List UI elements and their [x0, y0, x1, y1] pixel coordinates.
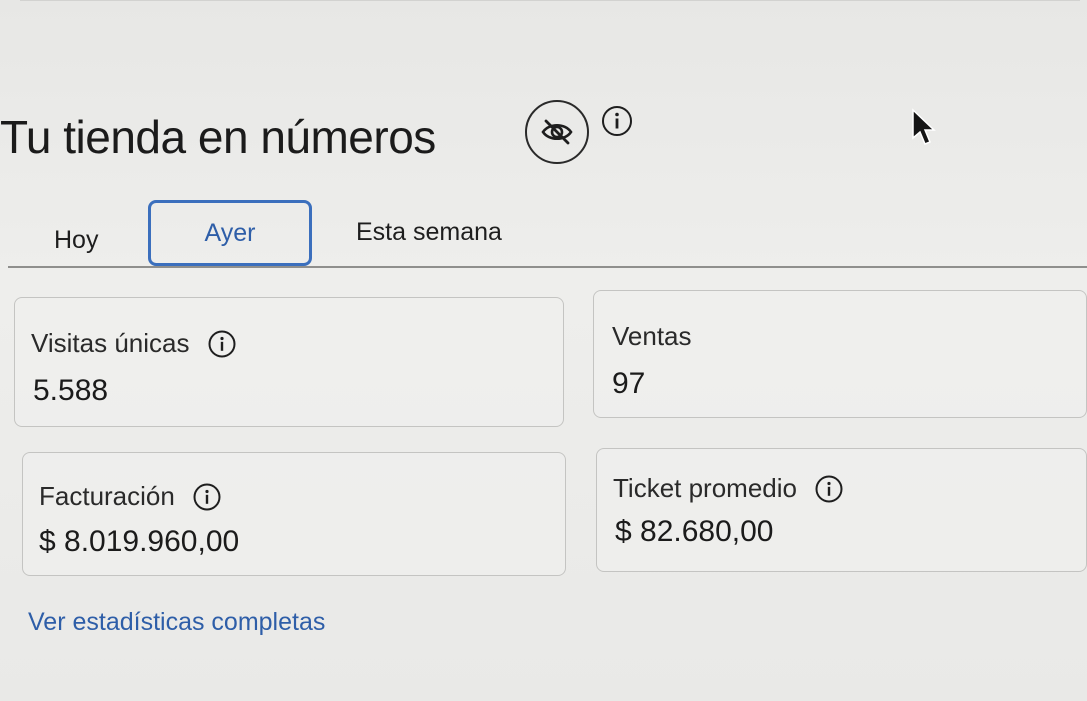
metric-label-row: Ticket promedio [613, 473, 843, 504]
tab-esta-semana[interactable]: Esta semana [356, 218, 502, 247]
info-icon[interactable] [601, 105, 633, 137]
metric-card-facturacion: Facturación $ 8.019.960,00 [22, 452, 566, 576]
metric-label: Ventas [612, 321, 692, 351]
info-icon[interactable] [815, 475, 843, 503]
metric-card-ticket-promedio: Ticket promedio $ 82.680,00 [596, 448, 1087, 572]
tabs-underline [8, 266, 1087, 268]
tab-hoy[interactable]: Hoy [54, 226, 98, 255]
section-header: Tu tienda en números [0, 100, 1000, 180]
eye-slash-icon [541, 119, 573, 145]
top-divider [20, 0, 1080, 1]
metric-label: Ticket promedio [613, 473, 797, 503]
metric-label-row: Ventas [612, 321, 692, 352]
metric-value: 5.588 [33, 374, 109, 407]
info-icon[interactable] [208, 330, 236, 358]
metric-card-visitas-unicas: Visitas únicas 5.588 [14, 297, 564, 427]
page-title: Tu tienda en números [0, 111, 436, 163]
metric-label-row: Facturación [39, 481, 221, 512]
metric-value: 97 [612, 367, 646, 400]
metric-card-ventas: Ventas 97 [593, 290, 1087, 418]
mouse-pointer-icon [912, 108, 936, 145]
hide-values-button[interactable] [525, 100, 589, 164]
metric-value: $ 82.680,00 [615, 515, 774, 548]
full-stats-link[interactable]: Ver estadísticas completas [28, 608, 325, 637]
metric-label: Facturación [39, 481, 175, 511]
tab-ayer-label: Ayer [204, 218, 256, 247]
period-tabs: Hoy Ayer Esta semana [8, 196, 1087, 270]
tab-ayer[interactable]: Ayer [148, 200, 312, 266]
metric-label-row: Visitas únicas [31, 328, 236, 359]
info-icon[interactable] [193, 483, 221, 511]
metric-label: Visitas únicas [31, 328, 190, 358]
metric-value: $ 8.019.960,00 [39, 525, 240, 558]
